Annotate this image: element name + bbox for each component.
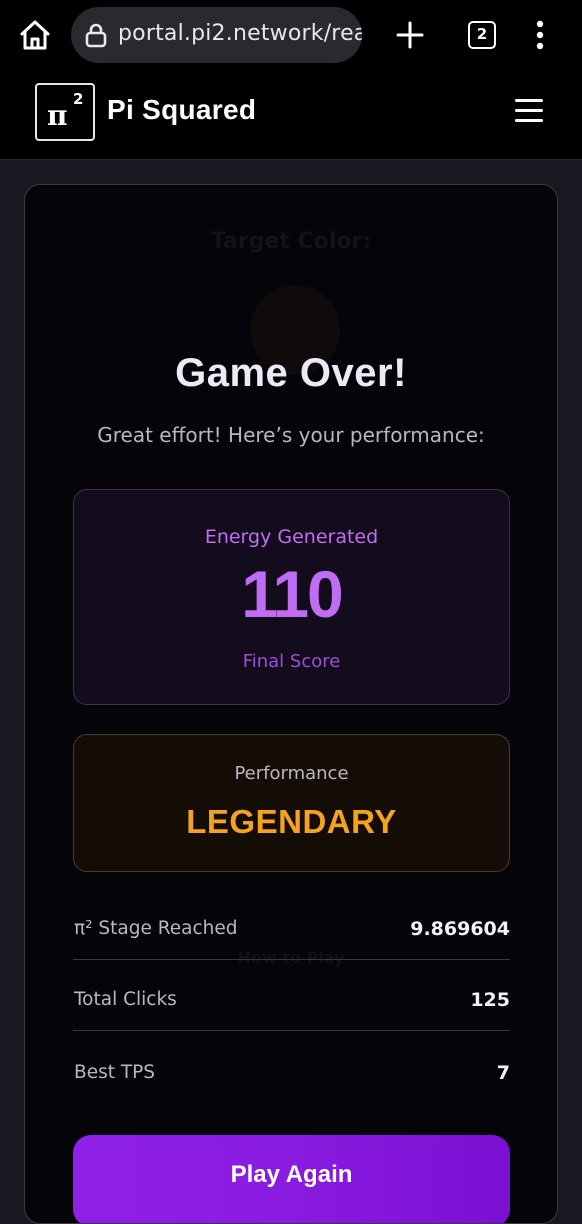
url-text: portal.pi2.network/rea bbox=[118, 21, 362, 46]
score-card: Energy Generated 110 Final Score bbox=[73, 489, 510, 705]
more-vert-icon[interactable] bbox=[528, 18, 552, 52]
brand-name[interactable]: Pi Squared bbox=[107, 94, 256, 126]
hamburger-icon[interactable] bbox=[515, 99, 543, 123]
performance-card: Performance LEGENDARY bbox=[73, 734, 510, 872]
logo-superscript: 2 bbox=[73, 90, 84, 108]
game-over-subtitle: Great effort! Here’s your performance: bbox=[97, 423, 485, 447]
performance-rating: LEGENDARY bbox=[186, 803, 397, 840]
score-label: Energy Generated bbox=[204, 526, 379, 548]
logo-symbol: π bbox=[47, 99, 68, 132]
game-over-title: Game Over! bbox=[175, 351, 407, 395]
stat-value: 125 bbox=[470, 989, 510, 1011]
background-target-color-title: Target Color: bbox=[210, 229, 372, 254]
score-sublabel: Final Score bbox=[242, 651, 341, 672]
site-header: π 2 Pi Squared bbox=[0, 70, 582, 160]
performance-label: Performance bbox=[234, 763, 349, 784]
plus-icon[interactable] bbox=[394, 19, 426, 51]
stat-label: Total Clicks bbox=[74, 989, 177, 1010]
lock-icon bbox=[85, 23, 107, 48]
browser-toolbar: portal.pi2.network/rea 2 bbox=[0, 0, 582, 70]
play-again-button[interactable]: Play Again bbox=[73, 1135, 510, 1223]
stat-row-clicks: Total Clicks 125 bbox=[73, 971, 510, 1031]
tab-switcher-button[interactable]: 2 bbox=[468, 21, 496, 49]
stat-row-best-tps: Best TPS 7 bbox=[73, 1044, 510, 1104]
final-score-value: 110 bbox=[241, 557, 343, 631]
pi-squared-logo[interactable]: π 2 bbox=[35, 83, 95, 141]
stat-label: Best TPS bbox=[74, 1062, 156, 1083]
stat-label: π² Stage Reached bbox=[74, 918, 238, 939]
game-card: Target Color: How to Play Game Over! Gre… bbox=[24, 184, 558, 1224]
play-again-label: Play Again bbox=[230, 1161, 353, 1188]
home-icon[interactable] bbox=[18, 18, 52, 52]
stat-value: 9.869604 bbox=[410, 918, 510, 940]
stat-row-stage: π² Stage Reached 9.869604 bbox=[73, 900, 510, 960]
stat-value: 7 bbox=[496, 1062, 510, 1084]
address-bar[interactable]: portal.pi2.network/rea bbox=[71, 7, 362, 63]
